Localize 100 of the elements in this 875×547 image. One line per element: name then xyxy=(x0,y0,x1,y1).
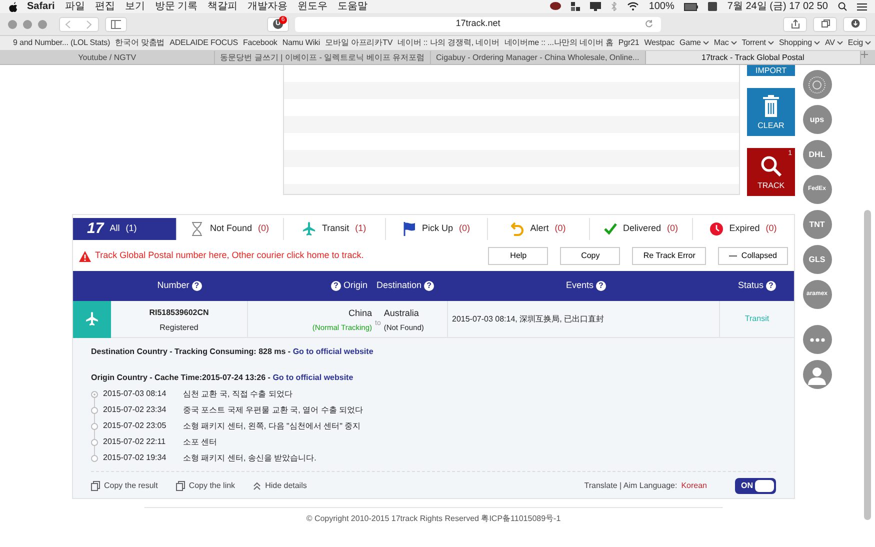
bookmark[interactable]: Namu Wiki xyxy=(282,37,320,49)
reload-icon[interactable] xyxy=(645,20,653,28)
caret-icon xyxy=(768,41,774,45)
menu-item[interactable]: 편집 xyxy=(94,0,115,13)
share-button[interactable] xyxy=(783,16,807,32)
bookmark[interactable]: Westpac xyxy=(644,37,675,49)
bookmark[interactable]: Ecig xyxy=(848,37,872,49)
official-website-link[interactable]: Go to official website xyxy=(272,373,354,382)
menubar-clock[interactable]: 7월 24일 (금) 17 02 50 xyxy=(727,0,828,13)
menu-item[interactable]: 도움말 xyxy=(338,0,368,13)
action-button[interactable]: Help xyxy=(488,247,548,265)
event-time: 2015-07-02 22:11 xyxy=(103,436,167,448)
collapse-button[interactable]: Collapsed xyxy=(718,247,788,265)
browser-tab[interactable]: 동문당번 글쓰기 | 이베이프 - 일렉트로닉 베이프 유저포럼 xyxy=(215,51,430,64)
bookmark[interactable]: 한국어 맞춤법 xyxy=(115,37,165,49)
download-icon xyxy=(850,19,860,29)
official-website-link[interactable]: Go to official website xyxy=(292,347,374,356)
column-header[interactable]: Events ? xyxy=(566,280,606,290)
clear-button[interactable]: CLEAR xyxy=(747,88,795,136)
column-header[interactable]: Number ? xyxy=(157,280,202,290)
action-button[interactable]: Re Track Error xyxy=(632,247,706,265)
status-tab[interactable]: Transit (1) xyxy=(284,218,386,240)
detail-line: Destination Country - Tracking Consuming: 828 ms - Go to official website xyxy=(91,346,374,358)
warning-message: Track Global Postal number here, Other courier click home to track. xyxy=(95,249,365,262)
help-icon[interactable]: ? xyxy=(596,280,606,291)
trash-icon xyxy=(763,95,779,117)
tabs-icon xyxy=(820,19,830,29)
status-tab[interactable]: Alert (0) xyxy=(488,218,590,240)
wifi-icon[interactable] xyxy=(626,2,639,11)
hourglass-icon xyxy=(191,222,204,236)
search-icon[interactable] xyxy=(838,2,847,11)
translate-text: Translate | Aim Language: xyxy=(584,480,678,492)
bookmark[interactable]: Facebook xyxy=(243,37,278,49)
chat-bubble-icon[interactable] xyxy=(550,2,561,11)
column-header[interactable]: ? Origin xyxy=(330,280,368,290)
column-header[interactable]: Status ? xyxy=(738,280,776,290)
seal-icon xyxy=(807,74,827,94)
copy-button[interactable]: Copy the link xyxy=(176,480,236,492)
bookmark[interactable]: Pgr21 xyxy=(618,37,640,49)
browser-tab[interactable]: 17track - Track Global Postal xyxy=(646,51,861,64)
monitor-icon[interactable] xyxy=(590,2,601,11)
status-tab[interactable]: Delivered (0) xyxy=(590,218,694,240)
latest-event: 2015-07-03 08:14, 深圳互换局, 已出口直封 xyxy=(452,314,604,325)
plus-icon[interactable] xyxy=(861,51,868,58)
copy-icon xyxy=(91,481,100,491)
bookmark[interactable]: Shopping xyxy=(778,37,820,49)
tracking-number-textarea[interactable] xyxy=(283,65,740,195)
bookmark[interactable]: ADELAIDE FOCUS xyxy=(170,37,238,49)
action-button[interactable]: Copy xyxy=(560,247,620,265)
caret-icon xyxy=(730,41,737,45)
url-text: 17track.net xyxy=(456,17,500,30)
bookmark[interactable]: Torrent xyxy=(742,37,774,49)
bookmark[interactable]: 네이버 :: 나의 경쟁력, 네이버 xyxy=(398,37,500,49)
menu-item[interactable]: 책갈피 xyxy=(208,0,238,13)
sidebar-button[interactable] xyxy=(105,16,127,32)
destination-country: Australia xyxy=(384,306,420,320)
list-icon[interactable] xyxy=(857,2,867,10)
scrollbar-thumb[interactable] xyxy=(864,210,871,520)
help-icon[interactable]: ? xyxy=(424,280,434,291)
status-tab[interactable]: Expired (0) xyxy=(693,218,794,240)
status-tab[interactable]: Pick Up (0) xyxy=(386,218,488,240)
status-tab[interactable]: 17 All (1) xyxy=(73,218,177,240)
bookmark[interactable]: 네이버me :: ...나만의 네이버 홈 xyxy=(504,37,614,49)
battery-icon[interactable] xyxy=(684,2,698,10)
menu-item[interactable]: 개발자용 xyxy=(248,0,288,13)
translate-toggle[interactable]: ON xyxy=(735,478,776,494)
hide-details-button[interactable]: Hide details xyxy=(253,480,307,492)
tabs-button[interactable] xyxy=(813,16,837,32)
bookmark[interactable]: 모바일 아프리카TV xyxy=(325,37,393,49)
help-icon[interactable]: ? xyxy=(192,280,202,291)
help-icon[interactable]: ? xyxy=(766,280,776,291)
status-text: Transit xyxy=(744,314,770,324)
status-tab[interactable]: Not Found (0) xyxy=(177,218,284,240)
bookmark[interactable]: AV xyxy=(824,37,843,49)
user-silhouette-icon xyxy=(807,364,827,384)
user-button[interactable] xyxy=(802,360,832,389)
language-link[interactable]: Korean xyxy=(681,480,707,492)
undo-arrow-icon xyxy=(511,222,524,236)
help-icon[interactable]: ? xyxy=(330,280,341,291)
menu-item[interactable]: 윈도우 xyxy=(298,0,328,13)
copy-icon xyxy=(176,481,185,491)
menu-item[interactable]: 방문 기록 xyxy=(154,0,198,13)
app-menu[interactable]: Safari xyxy=(27,0,55,13)
column-header[interactable]: Destination ? xyxy=(376,280,434,290)
copy-button[interactable]: Copy the result xyxy=(91,480,158,492)
browser-tab[interactable]: Youtube / NGTV xyxy=(0,51,216,64)
bookmark[interactable]: Mac xyxy=(714,37,737,49)
caret-icon xyxy=(865,41,872,45)
apple-icon xyxy=(8,2,17,12)
bookmark[interactable]: Game xyxy=(680,37,709,49)
import-button[interactable]: IMPORT xyxy=(747,65,795,76)
grid-icon[interactable] xyxy=(570,2,580,11)
bookmark[interactable]: 9 and Number... (LOL Stats) xyxy=(13,37,110,49)
menu-item[interactable]: 파일 xyxy=(64,0,85,13)
more-button[interactable] xyxy=(802,325,832,354)
seal-logo-button[interactable] xyxy=(802,70,832,99)
tracking-number[interactable]: RI518539602CN xyxy=(111,306,247,318)
download-button[interactable] xyxy=(843,16,867,32)
menu-item[interactable]: 보기 xyxy=(124,0,145,13)
address-bar[interactable]: 17track.net xyxy=(295,16,661,32)
